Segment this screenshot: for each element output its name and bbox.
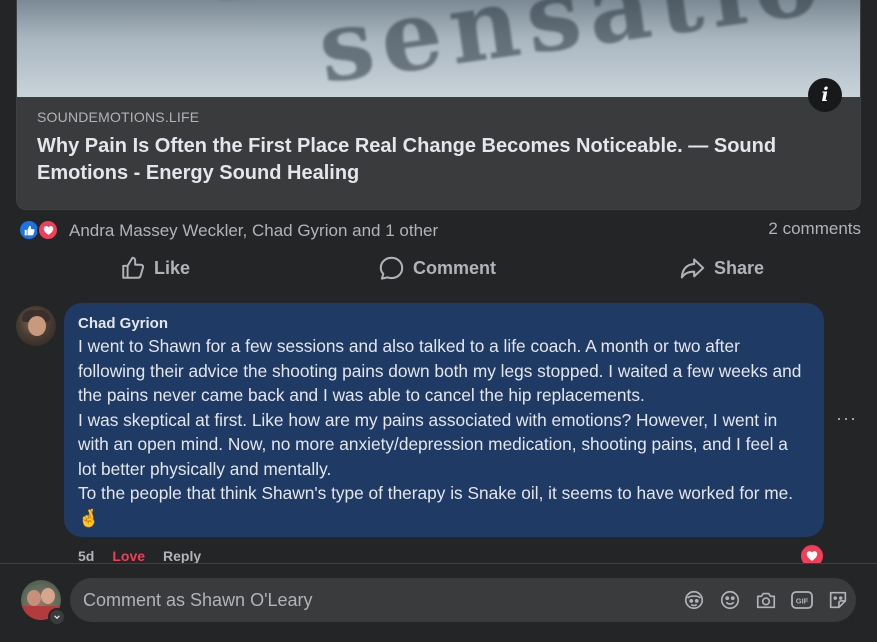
thumbs-up-icon: [122, 256, 145, 279]
comment-composer: GIF: [0, 564, 877, 642]
comment-button[interactable]: Comment: [378, 252, 496, 284]
svg-text:GIF: GIF: [796, 597, 809, 606]
comment-love-button[interactable]: Love: [112, 548, 145, 564]
emoji-icon[interactable]: [718, 588, 742, 612]
composer-toolbar: GIF: [682, 588, 850, 612]
reactors-text[interactable]: Andra Massey Weckler, Chad Gyrion and 1 …: [69, 221, 438, 241]
avatar-sticker-icon[interactable]: [682, 588, 706, 612]
link-title[interactable]: Why Pain Is Often the First Place Real C…: [37, 133, 800, 187]
camera-icon[interactable]: [754, 588, 778, 612]
link-preview-card[interactable]: hi sensatio i SOUNDEMOTIONS.LIFE Why Pai…: [16, 0, 861, 210]
comment-text: I went to Shawn for a few sessions and a…: [78, 336, 802, 528]
info-icon[interactable]: i: [808, 78, 842, 112]
post-actions: Like Comment Share: [16, 252, 861, 284]
chevron-down-icon[interactable]: [48, 608, 66, 626]
comment-age[interactable]: 5d: [78, 548, 94, 564]
link-domain: SOUNDEMOTIONS.LIFE: [37, 109, 200, 125]
share-label: Share: [714, 257, 765, 278]
gif-icon[interactable]: GIF: [790, 588, 814, 612]
share-arrow-icon: [680, 257, 705, 279]
commenter-avatar[interactable]: [16, 306, 56, 346]
comment-bubble-icon: [379, 256, 404, 280]
comment-reply-button[interactable]: Reply: [163, 548, 201, 564]
comment-footer: 5d Love Reply: [78, 548, 201, 564]
comment-bubble: Chad Gyrion I went to Shawn for a few se…: [64, 303, 824, 537]
reactions-summary: Andra Massey Weckler, Chad Gyrion and 1 …: [18, 218, 861, 244]
like-button[interactable]: Like: [120, 252, 190, 284]
link-preview-image[interactable]: hi sensatio: [17, 0, 860, 97]
more-options-icon[interactable]: ···: [836, 408, 857, 429]
share-button[interactable]: Share: [679, 252, 764, 284]
like-label: Like: [154, 257, 191, 278]
sticker-icon[interactable]: [826, 588, 850, 612]
reaction-icons[interactable]: [18, 219, 64, 241]
comments-count[interactable]: 2 comments: [768, 219, 861, 239]
comment-author[interactable]: Chad Gyrion: [78, 315, 810, 332]
comment-label: Comment: [413, 257, 497, 278]
love-reaction-icon: [37, 219, 59, 241]
